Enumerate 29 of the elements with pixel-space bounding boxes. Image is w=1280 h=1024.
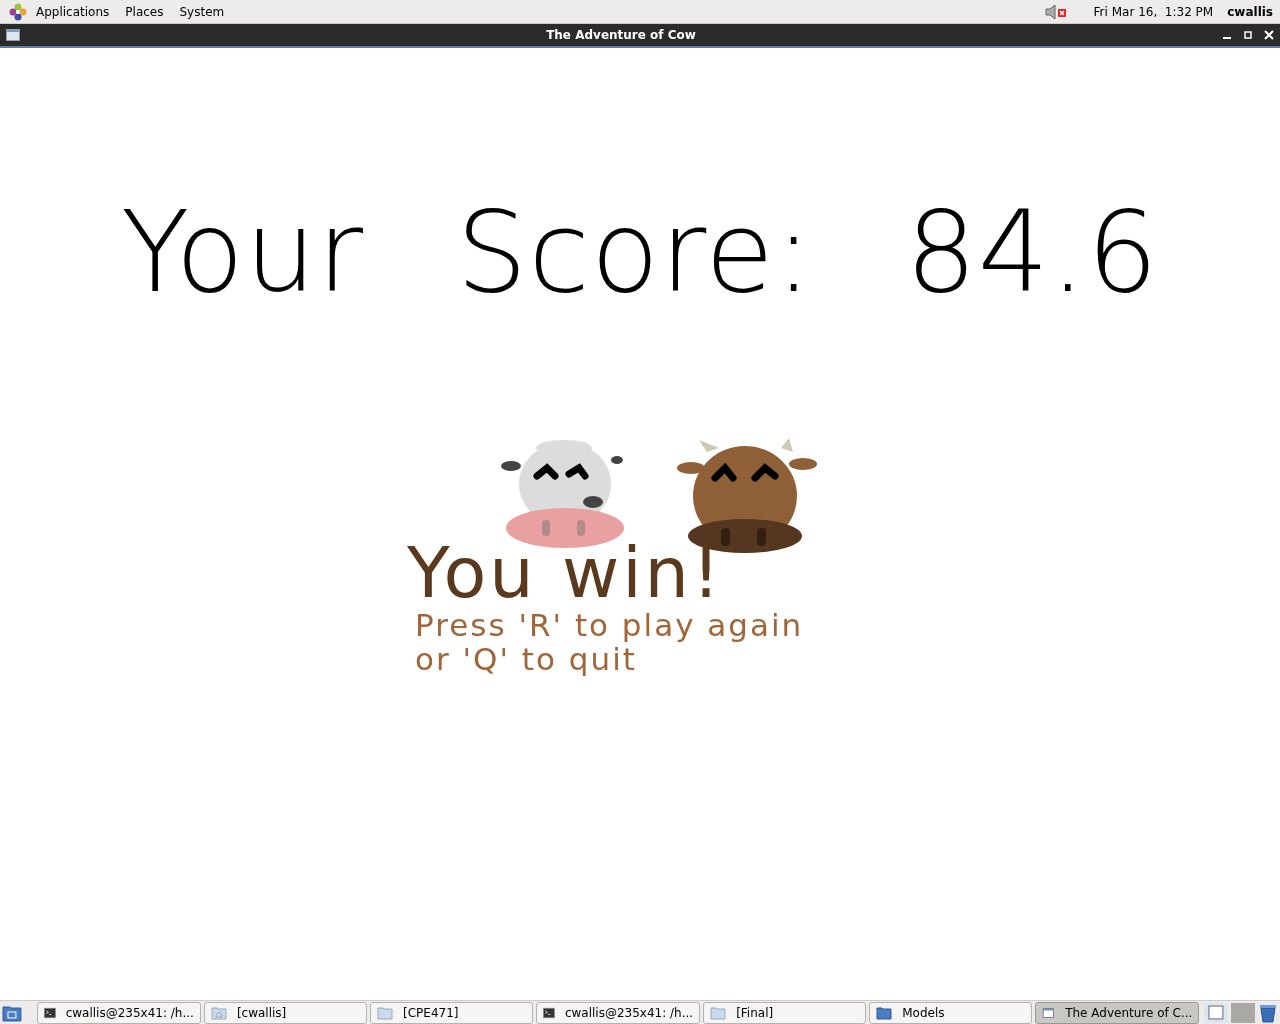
folder-icon xyxy=(377,1004,393,1021)
folder-icon xyxy=(710,1004,727,1021)
taskbar-button[interactable]: The Adventure of C... xyxy=(1035,1001,1200,1024)
folder-icon xyxy=(876,1004,893,1021)
home-folder-icon xyxy=(210,1004,227,1021)
score-text: Score: xyxy=(456,196,814,308)
taskbar-button[interactable]: [Final] xyxy=(703,1001,867,1024)
instruction-text: Press 'R' to play again xyxy=(415,608,805,642)
menu-item[interactable]: Places xyxy=(117,2,172,21)
close-icon[interactable] xyxy=(1264,30,1274,40)
window-icon[interactable] xyxy=(1204,1002,1229,1023)
muted-speaker-icon[interactable] xyxy=(1043,2,1068,21)
user-name[interactable]: cwallis xyxy=(1227,2,1273,21)
score-text: Your xyxy=(121,196,365,308)
window-title: The Adventure of Cow xyxy=(545,27,697,44)
taskbar-button[interactable]: cwallis@235x41: /h... xyxy=(536,1001,701,1024)
taskbar-button[interactable]: [CPE471] xyxy=(370,1001,534,1024)
clock[interactable]: Fri Mar 16, 1:32 PM xyxy=(1093,2,1214,21)
trash-icon[interactable] xyxy=(1258,1002,1278,1023)
you-win-heading: You win! xyxy=(407,538,724,608)
taskbar-button[interactable]: cwallis@235x41: /h... xyxy=(36,1001,201,1024)
taskbar-button[interactable]: [cwallis] xyxy=(203,1001,367,1024)
menu-item[interactable]: Applications xyxy=(28,2,118,21)
score-text: 84.6 xyxy=(905,196,1159,308)
menu-item[interactable]: System xyxy=(171,2,233,21)
maximize-icon[interactable] xyxy=(1243,30,1253,40)
instruction-text: or 'Q' to quit xyxy=(415,642,637,676)
taskbar-button[interactable]: Models xyxy=(869,1001,1033,1024)
flower-logo-icon[interactable] xyxy=(8,1,28,22)
